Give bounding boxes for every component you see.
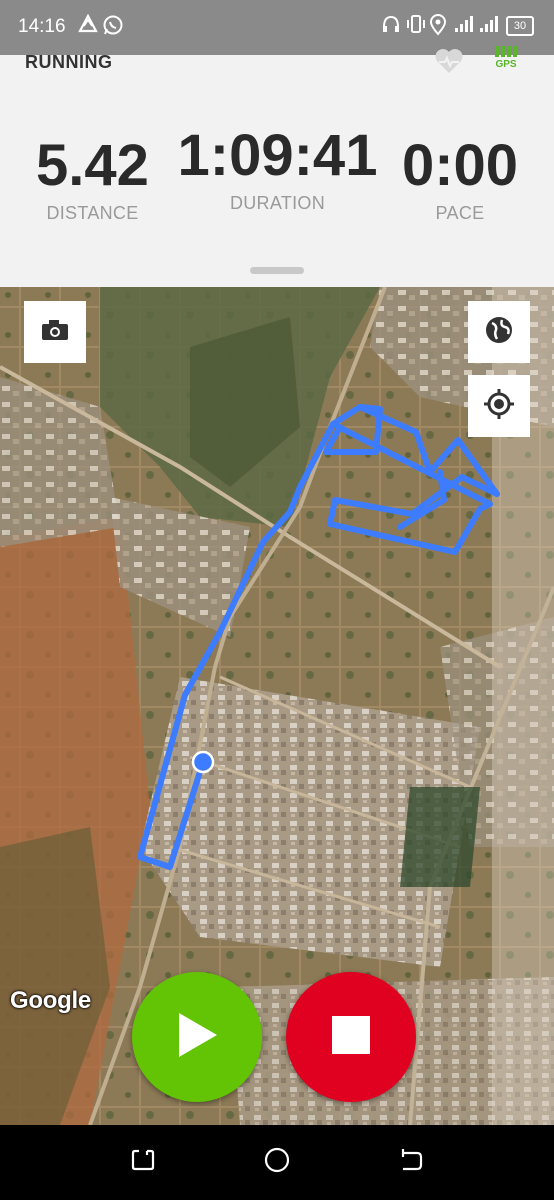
back-icon	[398, 1147, 424, 1178]
distance-stat: 5.42 DISTANCE	[20, 137, 165, 224]
google-attribution: Google	[10, 987, 91, 1014]
battery-icon: 30	[506, 16, 534, 36]
recent-apps-button[interactable]	[128, 1147, 158, 1177]
gps-signal-icon	[489, 45, 523, 57]
signal-icon	[453, 14, 477, 39]
map-view[interactable]: Google	[0, 287, 554, 1125]
play-icon	[175, 1011, 219, 1064]
signal-icon	[478, 14, 502, 39]
battery-level: 30	[506, 16, 534, 36]
headset-icon	[381, 14, 401, 39]
status-time: 14:16	[18, 16, 66, 37]
stop-icon	[332, 1015, 370, 1059]
stop-button[interactable]	[286, 972, 416, 1102]
navigation-bar	[0, 1125, 554, 1200]
crosshair-icon	[482, 387, 516, 426]
whatsapp-icon	[102, 14, 124, 41]
duration-label: DURATION	[229, 193, 326, 213]
globe-icon	[484, 315, 514, 350]
gps-label: GPS	[495, 59, 517, 70]
vibrate-icon	[405, 14, 427, 39]
locate-button[interactable]	[468, 375, 530, 437]
back-button[interactable]	[396, 1147, 426, 1177]
camera-icon	[40, 318, 70, 347]
pace-label: PACE	[435, 203, 485, 223]
distance-value: 5.42	[36, 133, 149, 198]
duration-stat: 1:09:41 DURATION	[170, 127, 385, 214]
home-button[interactable]	[262, 1147, 292, 1177]
home-icon	[263, 1146, 291, 1179]
current-location-marker	[191, 750, 215, 774]
stats-panel: RUNNING GPS 5.42 DISTANCE 1:09:41 DURATI…	[0, 46, 554, 287]
map-type-button[interactable]	[468, 301, 530, 363]
pace-value: 0:00	[401, 133, 519, 198]
heart-icon[interactable]	[434, 47, 464, 80]
start-button[interactable]	[132, 972, 262, 1102]
distance-label: DISTANCE	[46, 203, 139, 223]
gps-indicator: GPS	[489, 45, 523, 70]
triangle-app-icon	[78, 13, 98, 39]
pace-stat: 0:00 PACE	[390, 137, 530, 224]
location-icon	[429, 14, 447, 41]
camera-button[interactable]	[24, 301, 86, 363]
activity-type[interactable]: RUNNING	[25, 52, 113, 73]
panel-drag-handle[interactable]	[250, 267, 304, 274]
recent-apps-icon	[130, 1147, 156, 1178]
duration-value: 1:09:41	[177, 123, 378, 188]
status-bar: 14:16 30	[0, 0, 554, 55]
